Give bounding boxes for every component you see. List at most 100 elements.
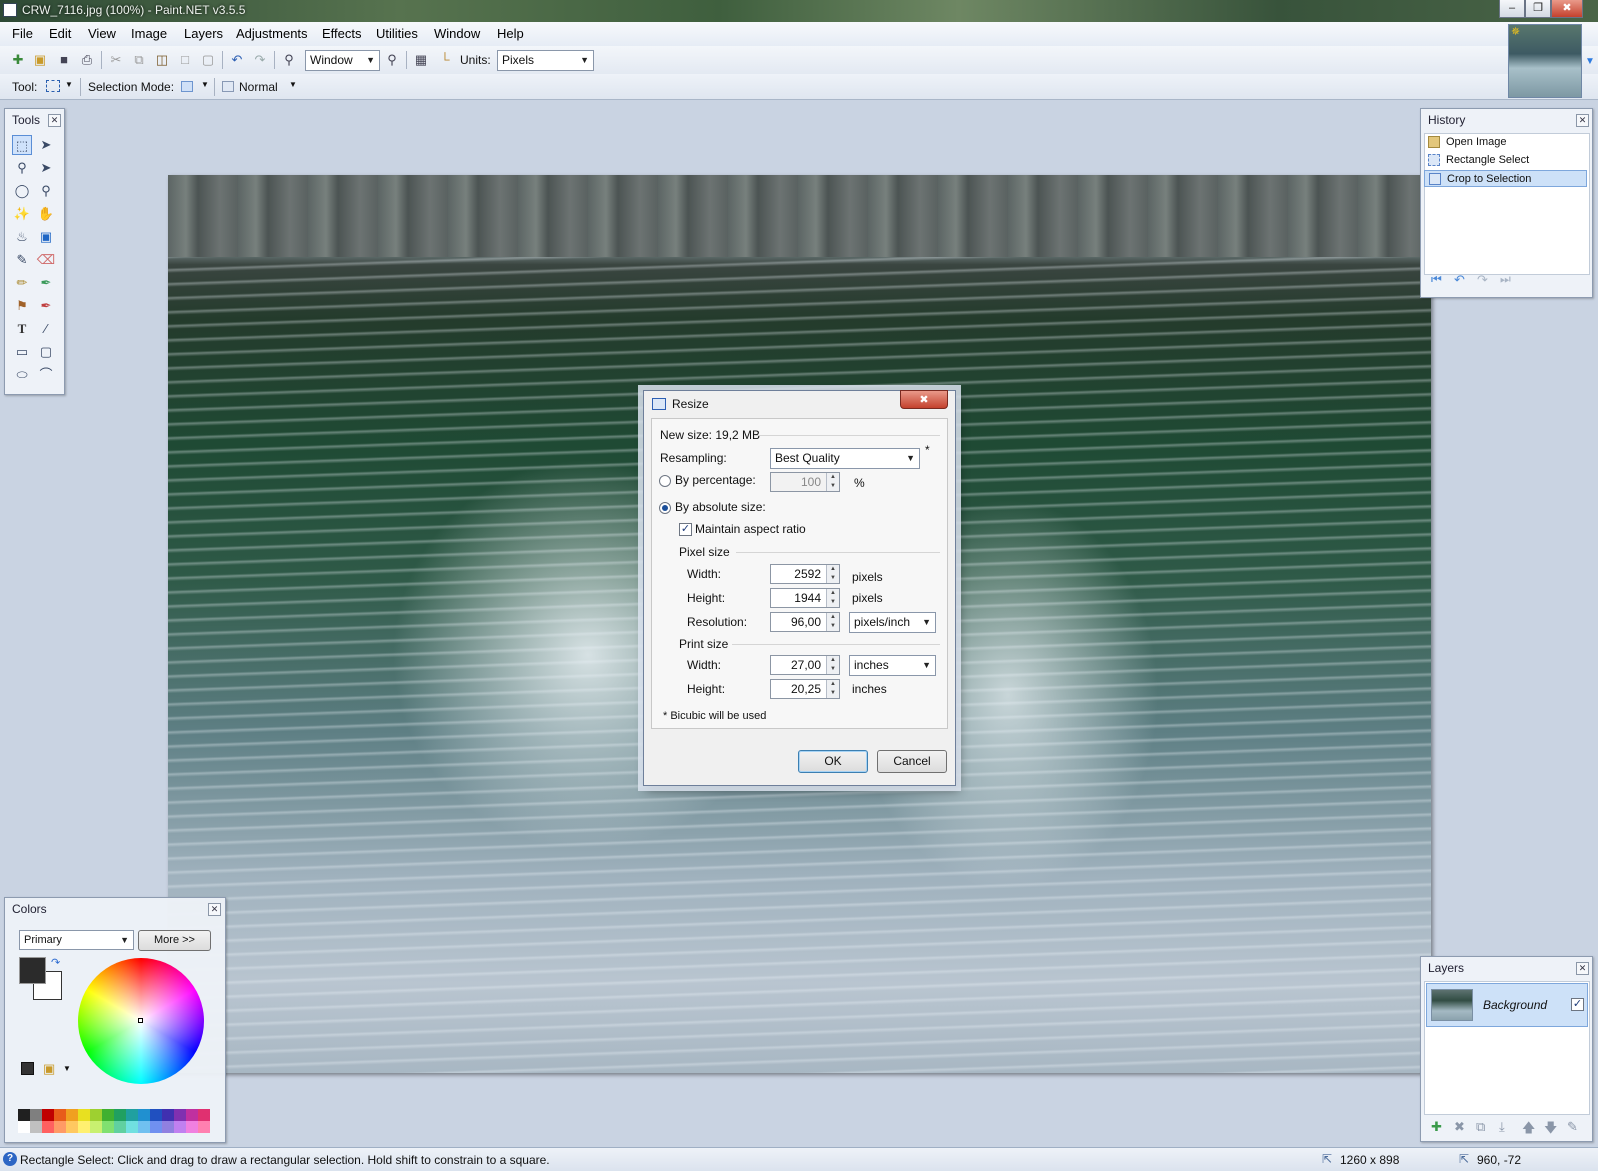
palette-swatch[interactable]: [78, 1109, 90, 1121]
magic-wand-tool[interactable]: ✨: [12, 204, 32, 224]
palette-swatch[interactable]: [150, 1109, 162, 1121]
color-mode-combo[interactable]: Primary ▼: [19, 930, 134, 950]
palette-swatch[interactable]: [66, 1121, 78, 1133]
palette-swatch[interactable]: [138, 1109, 150, 1121]
lasso-tool[interactable]: ⚲: [12, 158, 32, 178]
clone-stamp-tool[interactable]: ⚑: [12, 296, 32, 316]
ellipse-select-tool[interactable]: ◯: [12, 181, 32, 201]
cut-icon[interactable]: ✂: [108, 52, 124, 68]
freeform-shape-tool[interactable]: ⌒: [36, 365, 56, 385]
redo-icon[interactable]: ↷: [252, 52, 268, 68]
percentage-input[interactable]: 100 ▲ ▼: [770, 472, 840, 492]
text-tool[interactable]: T: [12, 319, 32, 339]
print-width-input[interactable]: 27,00 ▲ ▼: [770, 655, 840, 675]
menu-utilities[interactable]: Utilities: [376, 26, 418, 41]
palette-swatch[interactable]: [162, 1109, 174, 1121]
chevron-down-icon[interactable]: ▼: [289, 80, 297, 89]
undo-icon[interactable]: ↶: [1454, 272, 1465, 288]
history-item-rectangle-select[interactable]: Rectangle Select: [1424, 152, 1587, 169]
palette-swatch[interactable]: [90, 1121, 102, 1133]
add-layer-icon[interactable]: ✚: [1431, 1119, 1442, 1135]
rect-select-tool-icon[interactable]: [46, 80, 60, 92]
deselect-icon[interactable]: ▢: [200, 52, 216, 68]
minimize-button[interactable]: –: [1499, 0, 1525, 18]
crop-icon[interactable]: □: [177, 52, 193, 68]
more-colors-button[interactable]: More >>: [138, 930, 211, 951]
paintbrush-tool[interactable]: ✎: [12, 250, 32, 270]
chevron-down-icon[interactable]: ▼: [201, 80, 209, 89]
palette-swatch[interactable]: [102, 1109, 114, 1121]
palette-swatch[interactable]: [90, 1109, 102, 1121]
close-dialog-button[interactable]: ✖: [900, 390, 948, 409]
ellipse-tool[interactable]: ⬭: [12, 365, 32, 385]
pan-tool[interactable]: ✋: [36, 204, 56, 224]
open-icon[interactable]: ▣: [32, 52, 48, 68]
by-percentage-label[interactable]: By percentage:: [675, 473, 756, 487]
copy-icon[interactable]: ⧉: [131, 52, 147, 68]
redo-icon[interactable]: ↷: [1477, 272, 1488, 288]
layer-visibility-checkbox[interactable]: ✓: [1571, 998, 1584, 1011]
palette-swatch[interactable]: [126, 1121, 138, 1133]
menu-image[interactable]: Image: [131, 26, 167, 41]
palette-swatch[interactable]: [198, 1109, 210, 1121]
menu-edit[interactable]: Edit: [49, 26, 71, 41]
menu-adjustments[interactable]: Adjustments: [236, 26, 308, 41]
ruler-icon[interactable]: └: [437, 52, 453, 68]
color-picker-tool[interactable]: ✒: [36, 273, 56, 293]
grid-icon[interactable]: ▦: [413, 52, 429, 68]
palette-swatch[interactable]: [102, 1121, 114, 1133]
chevron-down-icon[interactable]: ▼: [65, 80, 73, 89]
primary-color-swatch[interactable]: [19, 957, 46, 984]
layer-row[interactable]: Background ✓: [1426, 983, 1588, 1027]
zoom-combo[interactable]: Window ▼: [305, 50, 380, 71]
resolution-unit-combo[interactable]: pixels/inch ▼: [849, 612, 936, 633]
fast-forward-icon[interactable]: ⏭: [1500, 272, 1511, 287]
by-absolute-size-radio[interactable]: [659, 502, 671, 514]
recolor-tool[interactable]: ✒: [36, 296, 56, 316]
palette-swatch[interactable]: [150, 1121, 162, 1133]
by-percentage-radio[interactable]: [659, 475, 671, 487]
gradient-tool[interactable]: ▣: [36, 227, 56, 247]
palette-swatch[interactable]: [18, 1121, 30, 1133]
restore-button[interactable]: ❐: [1525, 0, 1551, 18]
palette-swatch[interactable]: [114, 1121, 126, 1133]
chevron-down-icon[interactable]: ▼: [63, 1064, 71, 1073]
duplicate-layer-icon[interactable]: ⧉: [1476, 1119, 1485, 1135]
layer-properties-icon[interactable]: ✎: [1567, 1119, 1578, 1135]
undo-icon[interactable]: ↶: [229, 52, 245, 68]
zoom-in-icon[interactable]: ⚲: [384, 52, 400, 68]
palette-swatch[interactable]: [174, 1121, 186, 1133]
merge-layer-icon[interactable]: ⤓: [1499, 1119, 1505, 1135]
palette-swatch[interactable]: [174, 1109, 186, 1121]
palette-swatch[interactable]: [42, 1121, 54, 1133]
by-absolute-size-label[interactable]: By absolute size:: [675, 500, 766, 514]
close-icon[interactable]: ✕: [48, 114, 61, 127]
history-item-open-image[interactable]: Open Image: [1424, 134, 1587, 151]
palette-swatch[interactable]: [18, 1109, 30, 1121]
color-palette[interactable]: [18, 1109, 210, 1133]
paste-icon[interactable]: ◫: [154, 52, 170, 68]
save-icon[interactable]: ■: [56, 52, 72, 68]
eraser-tool[interactable]: ⌫: [36, 250, 56, 270]
history-item-crop-to-selection[interactable]: Crop to Selection: [1424, 170, 1587, 187]
units-combo[interactable]: Pixels ▼: [497, 50, 594, 71]
move-layer-down-icon[interactable]: 🡇: [1544, 1119, 1557, 1141]
move-selection-tool[interactable]: ➤: [36, 135, 56, 155]
palette-swatch[interactable]: [54, 1109, 66, 1121]
new-icon[interactable]: ✚: [10, 52, 26, 68]
pixel-width-input[interactable]: 2592 ▲ ▼: [770, 564, 840, 584]
palette-swatch[interactable]: [162, 1121, 174, 1133]
palette-swatch[interactable]: [186, 1121, 198, 1133]
palette-swatch[interactable]: [126, 1109, 138, 1121]
menu-effects[interactable]: Effects: [322, 26, 362, 41]
color-wheel[interactable]: [78, 958, 204, 1084]
menu-help[interactable]: Help: [497, 26, 524, 41]
selection-mode-icon[interactable]: [181, 81, 193, 92]
color-wheel-marker[interactable]: [138, 1018, 143, 1023]
ok-button[interactable]: OK: [798, 750, 868, 773]
palette-swatch[interactable]: [54, 1121, 66, 1133]
palette-swatch[interactable]: [114, 1109, 126, 1121]
delete-layer-icon[interactable]: ✖: [1454, 1119, 1465, 1135]
line-curve-tool[interactable]: ∕: [36, 319, 56, 339]
reset-colors-icon[interactable]: [21, 1062, 34, 1075]
